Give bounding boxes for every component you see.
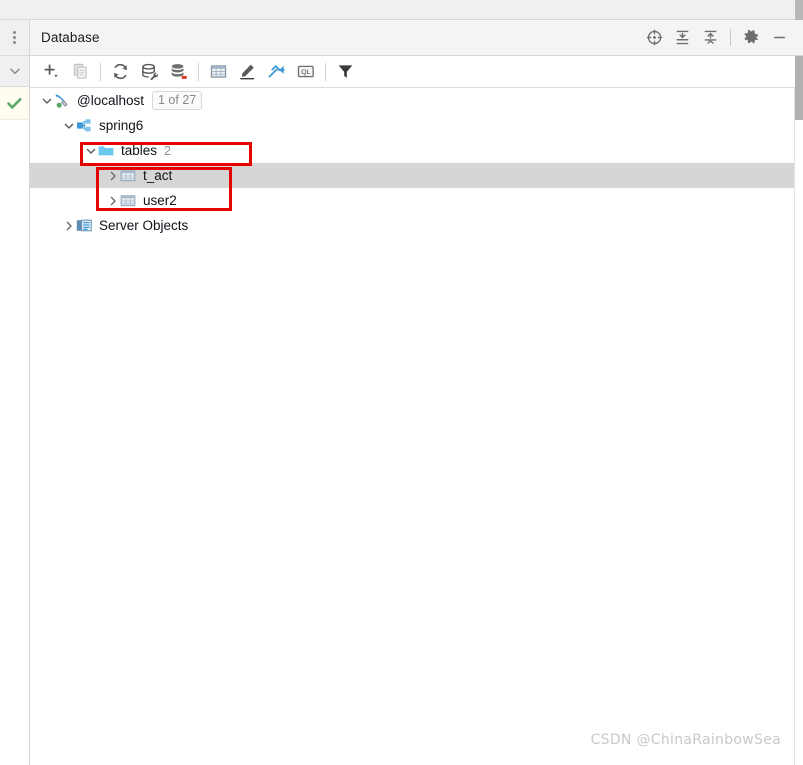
- header-divider: [730, 29, 731, 46]
- server-objects-icon: [75, 217, 93, 234]
- jump-to-icon: [268, 65, 285, 78]
- more-vertical-icon: [13, 31, 16, 44]
- filter-funnel-icon: [338, 65, 353, 78]
- connection-icon: [53, 92, 71, 109]
- locate-in-tree-button[interactable]: [640, 21, 668, 55]
- tree-node-label: t_act: [143, 168, 173, 183]
- tree-node-label: spring6: [99, 118, 144, 133]
- settings-button[interactable]: [737, 21, 765, 55]
- folder-icon: [97, 142, 115, 159]
- chevron-down-icon[interactable]: [62, 119, 75, 132]
- tool-window-header: Database: [30, 20, 803, 56]
- tree-node-server-objects[interactable]: Server Objects: [30, 213, 803, 238]
- jump-to-editor-button[interactable]: [262, 59, 291, 85]
- svg-text:QL: QL: [301, 69, 310, 76]
- tree-node-label: user2: [143, 193, 177, 208]
- duplicate-button[interactable]: [66, 59, 95, 85]
- green-check-icon: [7, 97, 22, 109]
- hide-button[interactable]: [765, 21, 793, 55]
- pencil-icon: [240, 64, 255, 80]
- panel-right-edge: [794, 88, 795, 765]
- modify-button[interactable]: [233, 59, 262, 85]
- tree-node-spring6[interactable]: spring6: [30, 113, 803, 138]
- chevron-right-icon[interactable]: [106, 169, 119, 182]
- gear-icon: [744, 29, 758, 44]
- tree-scrollbar-track[interactable]: [795, 56, 803, 765]
- tree-scrollbar-thumb[interactable]: [795, 56, 803, 120]
- toolbar-divider-3: [325, 62, 326, 81]
- database-toolbar: QL: [30, 56, 803, 88]
- open-table-editor-button[interactable]: [204, 59, 233, 85]
- database-badge-icon: [171, 64, 187, 79]
- expand-all-icon: [676, 30, 688, 45]
- toolbar-divider: [100, 62, 101, 81]
- table-icon: [119, 192, 137, 209]
- schema-icon: [75, 117, 93, 134]
- watermark: CSDN @ChinaRainbowSea: [590, 732, 781, 748]
- gutter-collapse-button[interactable]: [0, 56, 29, 87]
- chevron-right-icon[interactable]: [62, 219, 75, 232]
- datasource-properties-button[interactable]: [135, 59, 164, 85]
- filter-button[interactable]: [331, 59, 360, 85]
- tree-node-localhost[interactable]: @localhost 1 of 27: [30, 88, 803, 113]
- tree-node-user2[interactable]: user2: [30, 188, 803, 213]
- table-grid-icon: [210, 65, 227, 78]
- ql-console-icon: QL: [297, 65, 314, 78]
- tree-node-label: @localhost: [77, 93, 144, 108]
- gutter-menu-button[interactable]: [0, 20, 29, 56]
- left-gutter: [0, 20, 30, 765]
- collapse-all-icon: [704, 30, 716, 44]
- top-scrollbar[interactable]: [795, 0, 803, 20]
- connection-count-badge: 1 of 27: [152, 91, 203, 110]
- collapse-all-button[interactable]: [696, 21, 724, 55]
- tree-node-label: tables: [121, 143, 158, 158]
- tree-node-t_act[interactable]: t_act: [30, 163, 803, 188]
- add-button[interactable]: [37, 59, 66, 85]
- tree-node-tables[interactable]: tables 2: [30, 138, 803, 163]
- chevron-down-icon[interactable]: [40, 94, 53, 107]
- table-icon: [119, 167, 137, 184]
- chevron-down-icon: [9, 68, 20, 75]
- gutter-status-button[interactable]: [0, 87, 29, 120]
- refresh-button[interactable]: [106, 59, 135, 85]
- database-wrench-icon: [141, 63, 158, 81]
- database-diff-button[interactable]: [164, 59, 193, 85]
- window-top-strip: [0, 0, 803, 20]
- copy-icon: [73, 63, 87, 79]
- refresh-icon: [113, 63, 128, 80]
- plus-dropdown-icon: [44, 64, 58, 78]
- toolbar-divider-2: [198, 62, 199, 81]
- tables-count: 2: [164, 143, 171, 158]
- database-tree[interactable]: @localhost 1 of 27 spring6 tables 2 t_ac…: [30, 88, 803, 765]
- chevron-down-icon[interactable]: [84, 144, 97, 157]
- tree-node-label: Server Objects: [99, 218, 189, 233]
- query-console-button[interactable]: QL: [291, 59, 320, 85]
- page-title: Database: [41, 30, 100, 45]
- expand-all-button[interactable]: [668, 21, 696, 55]
- minimize-icon: [773, 36, 785, 39]
- crosshair-target-icon: [646, 29, 662, 46]
- header-actions: [640, 20, 803, 55]
- chevron-right-icon[interactable]: [106, 194, 119, 207]
